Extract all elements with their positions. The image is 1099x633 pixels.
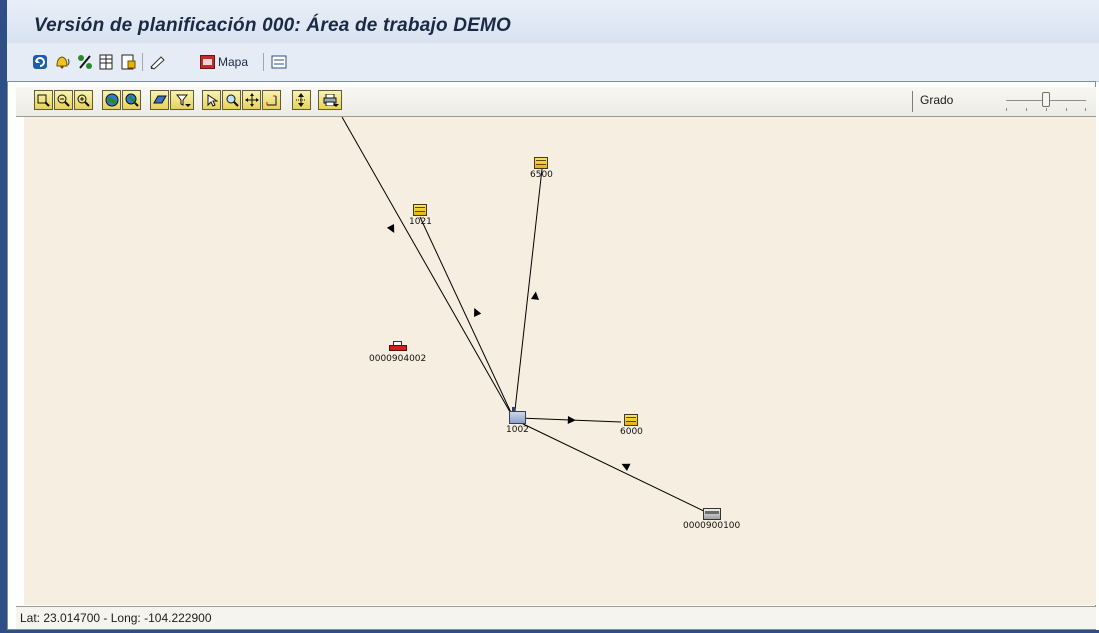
node-label: 1002: [506, 425, 529, 435]
find-icon[interactable]: [222, 90, 241, 110]
map-canvas[interactable]: 6500 1021 0000904002 1002 6000 000090010…: [24, 117, 1096, 605]
measure-icon[interactable]: [262, 90, 281, 110]
chevron-down-icon: [333, 104, 339, 107]
map-toolbar: Grado: [16, 87, 1096, 117]
route-line[interactable]: [341, 117, 515, 420]
plant-icon: [508, 407, 526, 424]
node-label: 1021: [409, 217, 432, 227]
slider-tick: [1026, 108, 1027, 111]
chevron-down-icon: [185, 104, 191, 107]
percent-icon[interactable]: [77, 53, 93, 71]
toolbar-separator: [263, 53, 264, 71]
location-node-6500[interactable]: 6500: [530, 157, 553, 180]
list-icon[interactable]: [271, 53, 287, 71]
warehouse-icon: [624, 414, 639, 426]
pan-icon[interactable]: [242, 90, 261, 110]
globe-icon[interactable]: [102, 90, 121, 110]
coordinates-readout: Lat: 23.014700 - Long: -104.222900: [20, 611, 212, 625]
zoom-slider[interactable]: [1006, 91, 1086, 111]
map-button-label: Mapa: [218, 55, 249, 69]
location-node-6000[interactable]: 6000: [620, 414, 643, 437]
route-line[interactable]: [516, 420, 711, 515]
globe-zoom-icon[interactable]: [122, 90, 141, 110]
document-icon[interactable]: [120, 53, 136, 71]
truck-icon: [388, 341, 407, 353]
location-node-1002[interactable]: 1002: [506, 407, 529, 435]
map-links: [341, 117, 711, 515]
route-arrow-icon: [474, 308, 482, 317]
zoom-in-icon[interactable]: [74, 90, 93, 110]
toolbar-separator: [912, 91, 913, 112]
warehouse-icon: [413, 204, 428, 216]
table-icon[interactable]: [98, 53, 114, 71]
refresh-icon[interactable]: [32, 53, 48, 71]
slider-tick: [1006, 108, 1007, 111]
node-label: 6500: [530, 170, 553, 180]
location-node-0000904002[interactable]: 0000904002: [369, 341, 426, 364]
node-label: 6000: [620, 427, 643, 437]
node-label: 0000900100: [683, 521, 741, 531]
customer-icon: [702, 508, 721, 520]
select-pointer-icon[interactable]: [202, 90, 221, 110]
page-title: Versión de planificación 000: Área de tr…: [34, 15, 512, 36]
route-arrow-icon: [567, 416, 576, 424]
route-arrow-icon: [531, 291, 539, 300]
route-line[interactable]: [513, 168, 543, 420]
application-toolbar: Mapa: [7, 43, 1099, 82]
slider-tick: [1085, 108, 1086, 111]
node-label: 0000904002: [369, 354, 427, 364]
print-dropdown[interactable]: [318, 90, 342, 110]
slider-thumb[interactable]: [1042, 92, 1050, 107]
distance-icon[interactable]: [292, 90, 311, 110]
title-bar: Versión de planificación 000: Área de tr…: [7, 0, 1099, 43]
layer-icon[interactable]: [150, 90, 169, 110]
route-arrow-icon: [386, 224, 395, 233]
filter-dropdown[interactable]: [170, 90, 194, 110]
route-line[interactable]: [419, 216, 515, 420]
map-button[interactable]: Mapa: [200, 53, 248, 71]
alert-bell-icon[interactable]: [53, 53, 71, 71]
warehouse-icon: [534, 157, 549, 169]
zoom-label: Grado: [920, 93, 954, 107]
route-arrow-icon: [621, 463, 631, 471]
zoom-window-icon[interactable]: [34, 90, 53, 110]
toolbar-separator: [142, 53, 143, 71]
location-node-1021[interactable]: 1021: [409, 204, 432, 227]
zoom-out-icon[interactable]: [54, 90, 73, 110]
location-node-0000900100[interactable]: 0000900100: [683, 508, 740, 531]
slider-tick: [1066, 108, 1067, 111]
slider-tick: [1046, 108, 1047, 111]
status-bar: Lat: 23.014700 - Long: -104.222900: [16, 606, 1096, 629]
pencil-icon[interactable]: [149, 53, 167, 71]
map-icon: [200, 55, 215, 69]
